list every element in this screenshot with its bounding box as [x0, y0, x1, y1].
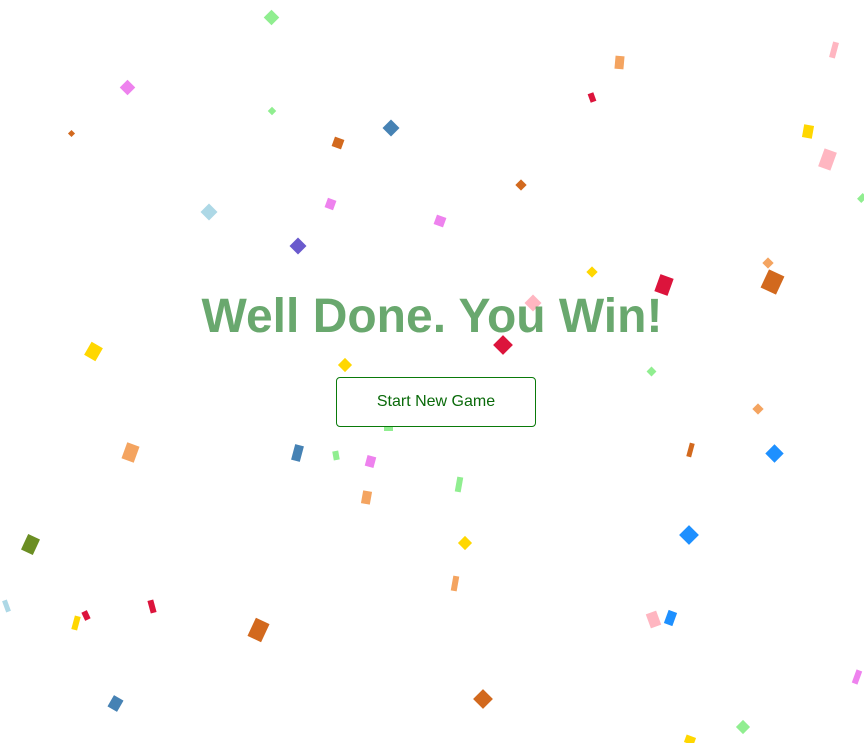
win-screen: Well Done. You Win! Start New Game [0, 0, 864, 743]
start-new-game-button[interactable]: Start New Game [336, 377, 536, 427]
win-headline: Well Done. You Win! [201, 290, 663, 343]
